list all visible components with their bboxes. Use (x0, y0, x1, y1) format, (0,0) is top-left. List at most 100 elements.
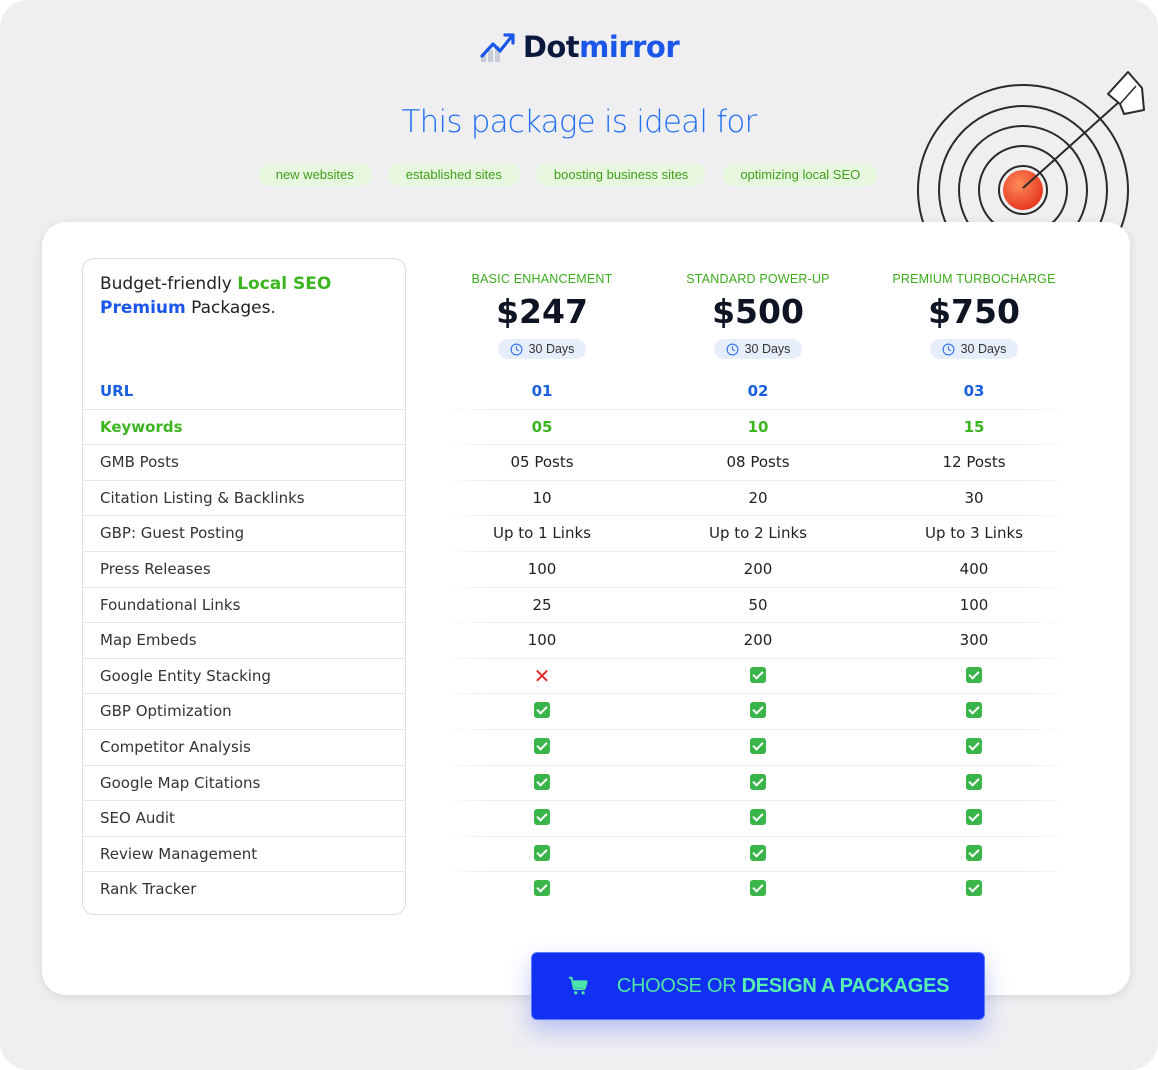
check-icon (750, 738, 766, 754)
check-icon (750, 809, 766, 826)
check-icon (750, 773, 766, 790)
feature-row: Competitor Analysis (82, 730, 1072, 766)
feature-value-text: 05 (531, 417, 553, 436)
feature-label: Press Releases (100, 560, 211, 578)
cross-icon: ✕ (533, 663, 551, 688)
plan-price: $750 (928, 292, 1020, 331)
audience-tag: optimizing local SEO (722, 163, 879, 186)
feature-value (658, 730, 858, 766)
feature-row: Foundational Links 25 50 100 (82, 588, 1072, 624)
clock-icon (942, 343, 955, 355)
feature-value: 50 (658, 588, 858, 624)
feature-value-text: 03 (963, 382, 985, 400)
feature-value (874, 872, 1074, 908)
logo-text-dark: Dot (522, 30, 580, 64)
feature-label: Google Entity Stacking (100, 666, 271, 685)
feature-value-text: 200 (743, 631, 773, 650)
feature-value: 200 (658, 552, 858, 588)
feature-value-text: Up to 3 Links (925, 524, 1023, 543)
feature-value-text: 10 (532, 488, 552, 507)
plan-name: BASIC ENHANCEMENT (471, 272, 613, 286)
feature-row: Citation Listing & Backlinks 10 20 30 (82, 481, 1072, 517)
feature-value: 200 (658, 623, 858, 659)
feature-label: Map Embeds (100, 631, 197, 650)
feature-value (874, 730, 1074, 766)
feature-value (442, 801, 642, 837)
feature-label: Keywords (100, 417, 183, 436)
feature-value: ✕ (442, 659, 642, 695)
feature-value: 02 (658, 374, 858, 410)
feature-label: Foundational Links (100, 595, 241, 614)
feature-label: Review Management (100, 844, 258, 863)
check-icon (966, 773, 982, 790)
plan-price: $500 (712, 292, 804, 331)
check-icon (750, 666, 766, 683)
plan-duration: 30 Days (528, 342, 575, 356)
intro-highlight-green: Local SEO (237, 274, 332, 294)
intro-highlight-blue: Premium (100, 298, 186, 318)
check-icon (750, 702, 766, 719)
plan-duration: 30 Days (744, 342, 791, 356)
cta-label-bold: DESIGN A PACKAGES (741, 974, 950, 997)
feature-row: GMB Posts 05 Posts 08 Posts 12 Posts (82, 445, 1072, 481)
feature-value (874, 694, 1074, 730)
feature-value (874, 659, 1074, 695)
clock-icon (726, 343, 739, 355)
feature-row: Map Embeds 100 200 300 (82, 623, 1072, 659)
feature-value (658, 694, 858, 730)
plan-header: STANDARD POWER-UP $500 30 Days (658, 272, 858, 361)
brand-logo[interactable]: Dotmirror (0, 30, 1158, 64)
feature-value: 10 (658, 410, 858, 446)
plan-duration-badge: 30 Days (929, 339, 1019, 359)
feature-value: 03 (874, 374, 1074, 410)
check-icon (534, 844, 550, 861)
feature-value: 05 Posts (442, 445, 642, 481)
plan-name: STANDARD POWER-UP (686, 272, 830, 286)
check-icon (966, 880, 982, 897)
feature-value: 20 (658, 481, 858, 517)
feature-label: Google Map Citations (100, 773, 261, 792)
feature-value: 30 (874, 481, 1074, 517)
check-icon (534, 702, 550, 719)
feature-row: Press Releases 100 200 400 (82, 552, 1072, 588)
plan-duration: 30 Days (960, 342, 1007, 356)
clock-icon (510, 343, 523, 355)
feature-value-text: 05 Posts (510, 453, 574, 472)
feature-value (442, 837, 642, 873)
check-icon (750, 880, 766, 897)
feature-label: Competitor Analysis (100, 738, 251, 756)
feature-row: Google Entity Stacking ✕ (82, 659, 1072, 695)
check-icon (966, 702, 982, 719)
intro-text: Packages. (185, 298, 276, 318)
feature-value: 05 (442, 410, 642, 446)
feature-value: 400 (874, 552, 1074, 588)
feature-row: Rank Tracker (82, 872, 1072, 908)
cta-label-prefix: CHOOSE OR (616, 974, 742, 997)
feature-value: 15 (874, 410, 1074, 446)
feature-value (658, 837, 858, 873)
feature-value: 100 (442, 552, 642, 588)
feature-value: Up to 1 Links (442, 516, 642, 552)
check-icon (534, 880, 550, 897)
feature-value: 25 (442, 588, 642, 624)
feature-value-text: 15 (963, 417, 985, 436)
feature-value-text: 02 (747, 382, 769, 400)
feature-value-text: 30 (964, 488, 984, 507)
feature-value (874, 837, 1074, 873)
feature-value (658, 872, 858, 908)
cta-label: CHOOSE OR DESIGN A PACKAGES (616, 974, 950, 998)
feature-value-text: 12 Posts (942, 453, 1006, 472)
feature-label: GBP: Guest Posting (100, 524, 245, 543)
feature-label: GMB Posts (100, 453, 179, 472)
feature-value-text: 08 Posts (726, 453, 790, 472)
feature-value (442, 730, 642, 766)
feature-value: 100 (874, 588, 1074, 624)
feature-value: Up to 3 Links (874, 516, 1074, 552)
check-icon (534, 773, 550, 790)
audience-tag: established sites (387, 163, 520, 186)
choose-package-button[interactable]: CHOOSE OR DESIGN A PACKAGES (531, 952, 985, 1020)
feature-value (658, 801, 858, 837)
plan-price: $247 (496, 292, 588, 331)
feature-value: 100 (442, 623, 642, 659)
trend-arrow-icon (480, 33, 515, 62)
